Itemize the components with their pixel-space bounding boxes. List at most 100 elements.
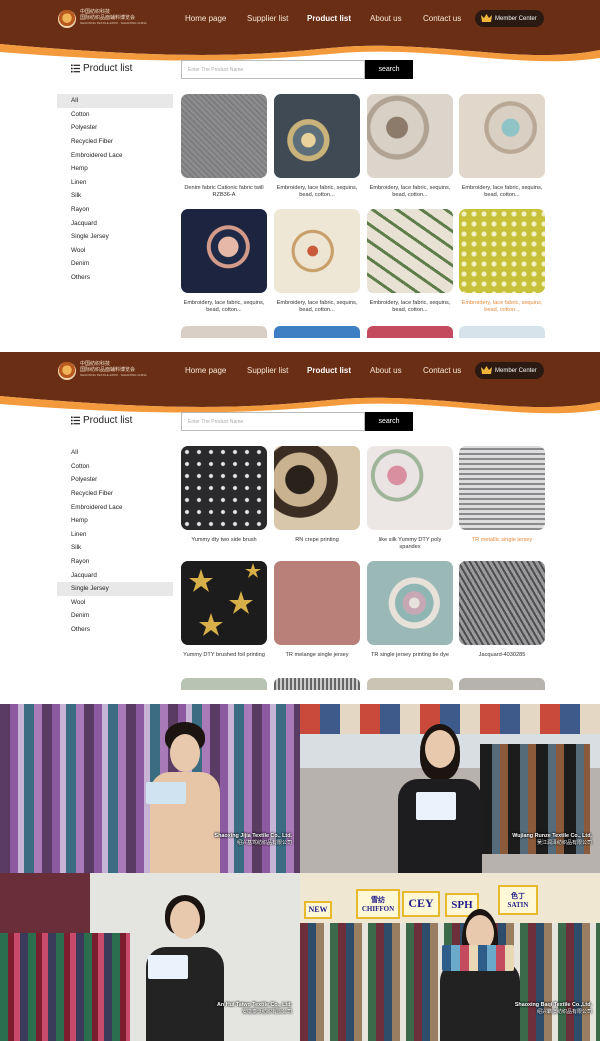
- product-card[interactable]: Embroidery, lace fabric, sequins, bead, …: [274, 94, 360, 199]
- product-image[interactable]: [459, 446, 545, 530]
- expo-logo[interactable]: [58, 10, 76, 28]
- product-card[interactable]: Yummy DTY brushed foil printing: [181, 561, 267, 659]
- product-card[interactable]: [367, 678, 453, 690]
- category-item-linen[interactable]: Linen: [57, 176, 173, 190]
- product-title[interactable]: Embroidery, lace fabric, sequins, bead, …: [367, 300, 453, 314]
- search-button[interactable]: search: [365, 60, 413, 79]
- product-title[interactable]: Jacquard-4030285: [459, 652, 545, 659]
- category-item-single-jersey[interactable]: Single Jersey: [57, 230, 173, 244]
- product-card[interactable]: TR single jersey printing tie dye: [367, 561, 453, 659]
- product-card[interactable]: [274, 326, 360, 338]
- nav-home[interactable]: Home page: [185, 0, 226, 36]
- product-title[interactable]: TR metallic single jersey: [459, 537, 545, 544]
- category-item-hemp[interactable]: Hemp: [57, 514, 173, 528]
- search-input[interactable]: Enter The Product Name: [181, 60, 365, 79]
- product-card[interactable]: [274, 678, 360, 690]
- product-image[interactable]: [274, 94, 360, 178]
- product-card[interactable]: Yummy dty two side brush: [181, 446, 267, 544]
- product-title[interactable]: Yummy dty two side brush: [181, 537, 267, 544]
- product-image[interactable]: [274, 209, 360, 293]
- category-item-recycled-fiber[interactable]: Recycled Fiber: [57, 135, 173, 149]
- product-image[interactable]: [181, 446, 267, 530]
- product-image[interactable]: [367, 209, 453, 293]
- product-image[interactable]: [181, 209, 267, 293]
- product-image[interactable]: [274, 561, 360, 645]
- category-item-embroidered-lace[interactable]: Embroidered Lace: [57, 148, 173, 162]
- member-center-button[interactable]: Member Center: [475, 10, 544, 27]
- exhibitor-video-tile[interactable]: NEW 雪纺 CHIFFON CEY SPH 色丁 SATIN Shaoxing B…: [300, 872, 600, 1041]
- product-card[interactable]: Embroidery, lace fabric, sequins, bead, …: [274, 209, 360, 314]
- product-card[interactable]: [459, 326, 545, 338]
- category-item-others[interactable]: Others: [57, 623, 173, 637]
- category-item-linen[interactable]: Linen: [57, 528, 173, 542]
- category-item-all[interactable]: All: [57, 446, 173, 460]
- nav-contact-us[interactable]: Contact us: [423, 352, 461, 388]
- category-item-wool[interactable]: Wool: [57, 596, 173, 610]
- product-title[interactable]: Yummy DTY brushed foil printing: [181, 652, 267, 659]
- category-item-all[interactable]: All: [57, 94, 173, 108]
- product-title[interactable]: Embroidery, lace fabric, sequins, bead, …: [459, 185, 545, 199]
- nav-home[interactable]: Home page: [185, 352, 226, 388]
- nav-about-us[interactable]: About us: [370, 352, 402, 388]
- product-title[interactable]: Embroidery, lace fabric, sequins, bead, …: [181, 300, 267, 314]
- category-item-hemp[interactable]: Hemp: [57, 162, 173, 176]
- product-card[interactable]: TR metallic single jersey: [459, 446, 545, 544]
- product-title[interactable]: Embroidery, lace fabric, sequins, bead, …: [367, 185, 453, 199]
- category-item-cotton[interactable]: Cotton: [57, 460, 173, 474]
- category-item-wool[interactable]: Wool: [57, 244, 173, 258]
- product-card[interactable]: [459, 678, 545, 690]
- category-item-recycled-fiber[interactable]: Recycled Fiber: [57, 487, 173, 501]
- category-item-denim[interactable]: Denim: [57, 257, 173, 271]
- search-input[interactable]: Enter The Product Name: [181, 412, 365, 431]
- product-title[interactable]: like silk Yummy DTY poly spandex: [367, 537, 453, 551]
- category-item-cotton[interactable]: Cotton: [57, 108, 173, 122]
- product-card[interactable]: Denim fabric Cationic fabric twill RZB36…: [181, 94, 267, 199]
- product-card[interactable]: Jacquard-4030285: [459, 561, 545, 659]
- product-title[interactable]: Embroidery, lace fabric, sequins, bead, …: [274, 300, 360, 314]
- product-card[interactable]: [181, 326, 267, 338]
- product-image[interactable]: [181, 94, 267, 178]
- product-card[interactable]: [181, 678, 267, 690]
- search-button[interactable]: search: [365, 412, 413, 431]
- product-image[interactable]: [367, 94, 453, 178]
- category-item-jacquard[interactable]: Jacquard: [57, 216, 173, 230]
- product-image[interactable]: [459, 94, 545, 178]
- product-card[interactable]: RN crepe printing: [274, 446, 360, 544]
- category-item-single-jersey[interactable]: Single Jersey: [57, 581, 173, 596]
- category-item-others[interactable]: Others: [57, 271, 173, 285]
- category-item-denim[interactable]: Denim: [57, 609, 173, 623]
- product-image[interactable]: [459, 209, 545, 293]
- product-image[interactable]: [459, 561, 545, 645]
- category-item-polyester[interactable]: Polyester: [57, 121, 173, 135]
- product-title[interactable]: TR melange single jersey: [274, 652, 360, 659]
- product-card[interactable]: [367, 326, 453, 338]
- product-card[interactable]: like silk Yummy DTY poly spandex: [367, 446, 453, 551]
- product-image[interactable]: [274, 446, 360, 530]
- nav-about-us[interactable]: About us: [370, 0, 402, 36]
- product-card[interactable]: Embroidery, lace fabric, sequins, bead, …: [367, 209, 453, 314]
- nav-supplier-list[interactable]: Supplier list: [247, 0, 288, 36]
- category-item-rayon[interactable]: Rayon: [57, 555, 173, 569]
- product-card[interactable]: Embroidery, lace fabric, sequins, bead, …: [459, 209, 545, 314]
- category-item-embroidered-lace[interactable]: Embroidered Lace: [57, 500, 173, 514]
- product-title[interactable]: Embroidery, lace fabric, sequins, bead, …: [274, 185, 360, 199]
- expo-logo[interactable]: [58, 362, 76, 380]
- product-card[interactable]: Embroidery, lace fabric, sequins, bead, …: [367, 94, 453, 199]
- exhibitor-video-tile[interactable]: Shaoxing Jijia Textile Co., Ltd. 绍兴基驾纺织品…: [0, 704, 300, 873]
- product-card[interactable]: TR melange single jersey: [274, 561, 360, 659]
- product-title[interactable]: RN crepe printing: [274, 537, 360, 544]
- product-image[interactable]: [367, 561, 453, 645]
- category-item-silk[interactable]: Silk: [57, 541, 173, 555]
- category-item-silk[interactable]: Silk: [57, 189, 173, 203]
- product-image[interactable]: [181, 561, 267, 645]
- product-image[interactable]: [367, 446, 453, 530]
- product-title[interactable]: Denim fabric Cationic fabric twill RZB36…: [181, 185, 267, 199]
- nav-product-list[interactable]: Product list: [307, 352, 351, 388]
- nav-product-list[interactable]: Product list: [307, 0, 351, 36]
- product-card[interactable]: Embroidery, lace fabric, sequins, bead, …: [181, 209, 267, 314]
- exhibitor-video-tile[interactable]: An Hui Taiwo Textile Co., Ltd. 安徽泰沃纺织有限公…: [0, 872, 300, 1041]
- exhibitor-video-tile[interactable]: Wujiang Runze Textile Co., Ltd. 吴江润泽纺织品有…: [300, 704, 600, 873]
- category-item-jacquard[interactable]: Jacquard: [57, 568, 173, 582]
- nav-contact-us[interactable]: Contact us: [423, 0, 461, 36]
- product-card[interactable]: Embroidery, lace fabric, sequins, bead, …: [459, 94, 545, 199]
